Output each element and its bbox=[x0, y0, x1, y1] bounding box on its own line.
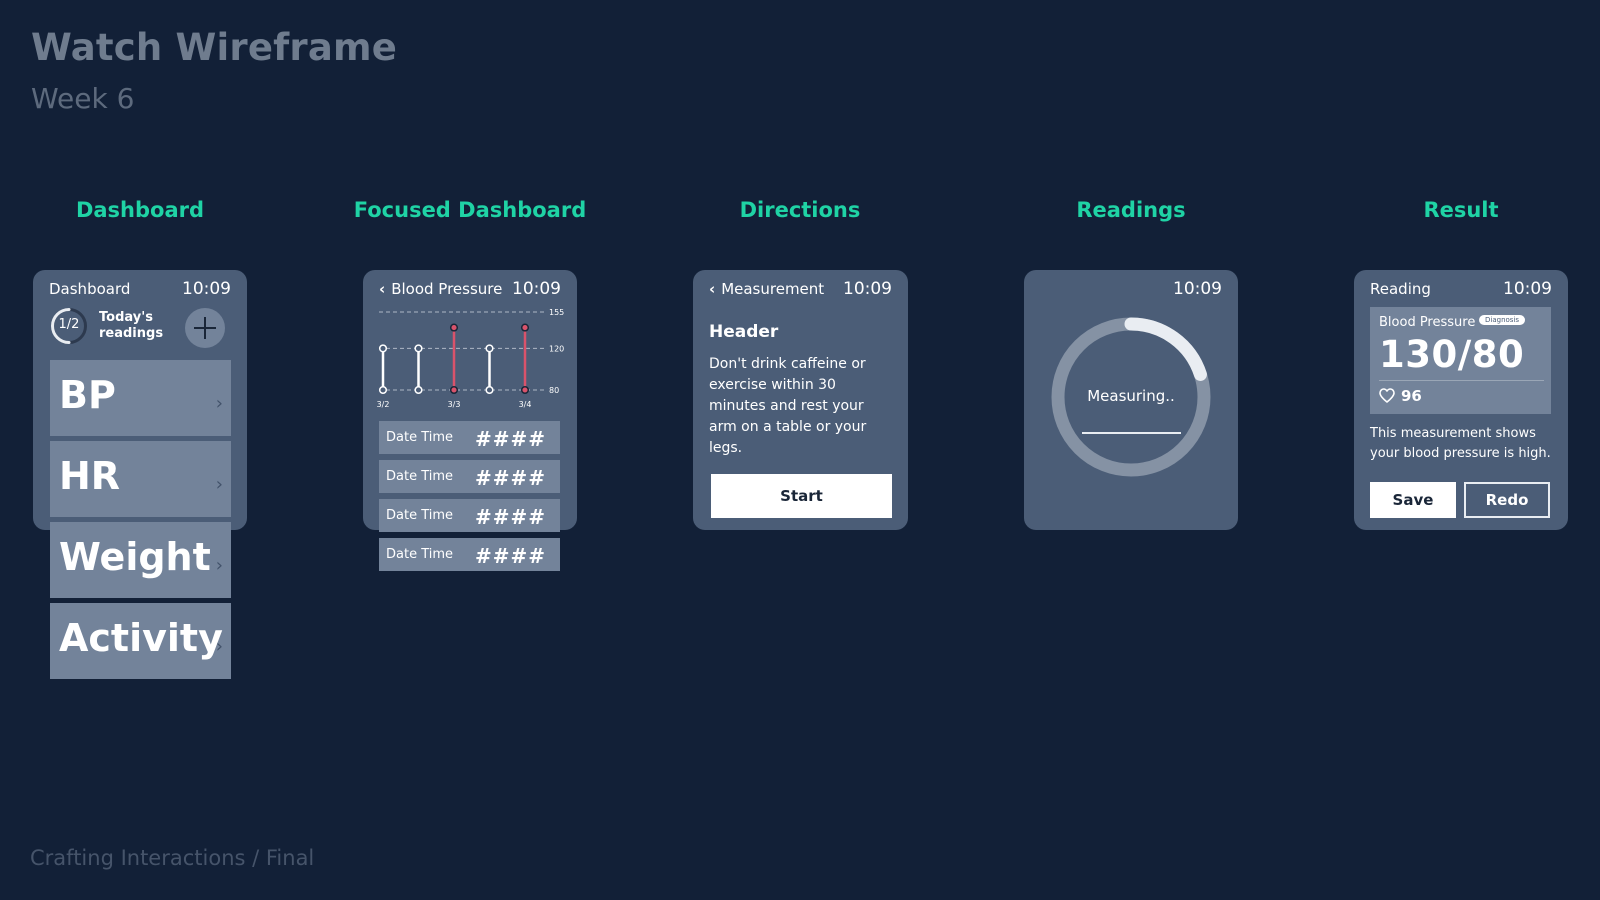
screen-title: Dashboard bbox=[49, 280, 131, 298]
dashboard-tile-weight[interactable]: Weight › bbox=[50, 522, 231, 598]
range-high-point bbox=[449, 323, 459, 332]
directions-heading: Header bbox=[709, 322, 779, 342]
row-label: Date Time bbox=[386, 547, 454, 562]
row-label: Date Time bbox=[386, 469, 454, 484]
watch-readings: 10:09 Measuring.. bbox=[1024, 270, 1238, 530]
start-button[interactable]: Start bbox=[711, 474, 892, 518]
chevron-right-icon: › bbox=[215, 636, 223, 657]
diagnosis-badge[interactable]: Diagnosis bbox=[1479, 315, 1526, 325]
screen-title-text: Measurement bbox=[721, 280, 825, 298]
clock-time: 10:09 bbox=[182, 279, 231, 299]
row-label: Date Time bbox=[386, 430, 454, 445]
row-value: #### bbox=[474, 505, 546, 529]
range-low-point bbox=[520, 385, 530, 395]
y-tick-label: 120 bbox=[549, 344, 564, 353]
column-title-readings: Readings bbox=[1076, 198, 1186, 222]
screen-title-text: Blood Pressure bbox=[391, 280, 503, 298]
progress-label: 1/2 bbox=[58, 317, 80, 332]
page-subtitle: Week 6 bbox=[31, 82, 135, 115]
range-high-point bbox=[485, 344, 494, 353]
result-message: This measurement shows your blood pressu… bbox=[1370, 426, 1551, 461]
screen-title: ‹ Blood Pressure bbox=[379, 280, 502, 298]
measuring-underline bbox=[1082, 432, 1181, 434]
reading-row[interactable]: Date Time #### bbox=[379, 421, 560, 454]
tile-label: Weight bbox=[59, 535, 211, 579]
watch-directions: ‹ Measurement 10:09 Header Don't drink ca… bbox=[693, 270, 908, 530]
row-label: Date Time bbox=[386, 508, 454, 523]
clock-time: 10:09 bbox=[843, 279, 892, 299]
range-low-point bbox=[414, 385, 423, 395]
blood-pressure-card: Blood Pressure Diagnosis 130/80 96 bbox=[1370, 307, 1551, 414]
reading-row[interactable]: Date Time #### bbox=[379, 538, 560, 571]
page-title: Watch Wireframe bbox=[31, 26, 398, 69]
tile-label: Activity bbox=[59, 616, 223, 660]
blood-pressure-chart: 155 120 80 3/2 3/3 3/4 bbox=[377, 308, 565, 409]
dashboard-tile-hr[interactable]: HR › bbox=[50, 441, 231, 517]
x-tick-label: 3/4 bbox=[519, 400, 532, 409]
row-value: #### bbox=[474, 466, 546, 490]
range-low-point bbox=[449, 385, 459, 395]
back-chevron-icon[interactable]: ‹ bbox=[709, 280, 715, 298]
column-title-result: Result bbox=[1423, 198, 1499, 222]
watch-header: Reading 10:09 bbox=[1370, 279, 1552, 302]
back-chevron-icon[interactable]: ‹ bbox=[379, 280, 385, 298]
column-title-directions: Directions bbox=[739, 198, 861, 222]
clock-time: 10:09 bbox=[1503, 279, 1552, 299]
card-title: Blood Pressure bbox=[1379, 315, 1476, 330]
clock-time: 10:09 bbox=[512, 279, 561, 299]
watch-header: Dashboard 10:09 bbox=[49, 279, 231, 302]
range-low-point bbox=[485, 385, 494, 395]
y-tick-label: 80 bbox=[549, 386, 559, 395]
row-value: #### bbox=[474, 427, 546, 451]
range-high-point bbox=[520, 323, 530, 332]
range-high-point bbox=[378, 344, 388, 353]
directions-body: Don't drink caffeine or exercise within … bbox=[709, 356, 867, 456]
tile-label: BP bbox=[59, 373, 116, 417]
reading-row[interactable]: Date Time #### bbox=[379, 460, 560, 493]
range-low-point bbox=[378, 385, 388, 395]
today-progress-ring: 1/2 bbox=[50, 307, 88, 345]
reading-row[interactable]: Date Time #### bbox=[379, 499, 560, 532]
range-high-point bbox=[414, 344, 423, 353]
footer-caption: Crafting Interactions / Final bbox=[30, 846, 315, 870]
today-readings-label: Today's readings bbox=[99, 310, 164, 341]
dashboard-tile-bp[interactable]: BP › bbox=[50, 360, 231, 436]
add-reading-button[interactable] bbox=[185, 308, 225, 348]
heart-icon bbox=[1379, 388, 1395, 403]
screen-title: Reading bbox=[1370, 280, 1431, 298]
clock-time: 10:09 bbox=[1173, 279, 1222, 299]
heart-rate-value: 96 bbox=[1401, 387, 1422, 405]
tile-label: HR bbox=[59, 454, 121, 498]
x-tick-label: 3/2 bbox=[377, 400, 390, 409]
chevron-right-icon: › bbox=[215, 555, 223, 576]
y-tick-label: 155 bbox=[549, 308, 564, 317]
measuring-label: Measuring.. bbox=[1087, 387, 1175, 405]
x-tick-label: 3/3 bbox=[448, 400, 461, 409]
watch-header: ‹ Blood Pressure 10:09 bbox=[379, 279, 561, 302]
column-title-dashboard: Dashboard bbox=[75, 198, 205, 222]
row-value: #### bbox=[474, 544, 546, 568]
blood-pressure-value: 130/80 bbox=[1379, 333, 1525, 376]
column-title-focused-dashboard: Focused Dashboard bbox=[353, 198, 587, 222]
chevron-right-icon: › bbox=[215, 474, 223, 495]
watch-header: ‹ Measurement 10:09 bbox=[709, 279, 892, 302]
save-button[interactable]: Save bbox=[1370, 482, 1456, 518]
chevron-right-icon: › bbox=[215, 393, 223, 414]
redo-button[interactable]: Redo bbox=[1464, 482, 1550, 518]
dashboard-tile-activity[interactable]: Activity › bbox=[50, 603, 231, 679]
card-divider bbox=[1379, 380, 1544, 381]
screen-title: ‹ Measurement bbox=[709, 280, 824, 298]
watch-header: 10:09 bbox=[1040, 279, 1222, 302]
watch-result: Reading 10:09 Blood Pressure Diagnosis 1… bbox=[1354, 270, 1568, 530]
